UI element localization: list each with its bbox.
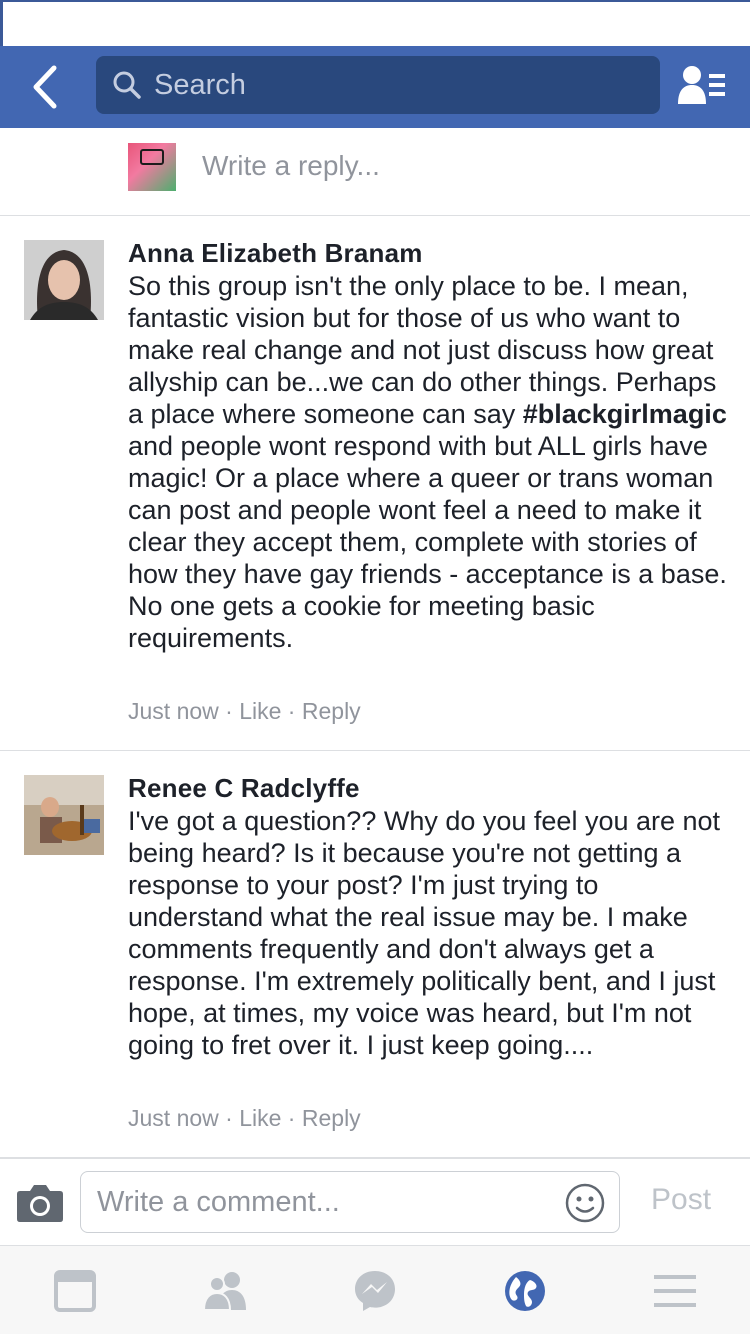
separator: · [218, 698, 240, 724]
like-link[interactable]: Like [239, 698, 281, 724]
comment-text-part: and people wont respond with but ALL gir… [128, 431, 727, 653]
avatar [128, 143, 176, 191]
globe-notifications-icon[interactable] [502, 1268, 548, 1314]
search-icon [112, 70, 142, 100]
friends-icon[interactable] [202, 1268, 248, 1314]
comment-item: Renee C Radclyffe I've got a question?? … [0, 751, 750, 1158]
search-input[interactable]: Search [96, 56, 660, 114]
comment-text: So this group isn't the only place to be… [128, 270, 728, 654]
back-arrow-icon[interactable] [26, 64, 66, 110]
status-bar [0, 0, 750, 46]
friend-requests-icon[interactable] [676, 64, 728, 106]
tab-bar [0, 1246, 750, 1334]
post-button[interactable]: Post [651, 1183, 711, 1217]
comment-text: I've got a question?? Why do you feel yo… [128, 806, 721, 1060]
comment-input[interactable]: Write a comment... [80, 1171, 620, 1233]
comment-time[interactable]: Just now [128, 698, 219, 724]
separator: · [281, 698, 302, 724]
comment-placeholder: Write a comment... [97, 1186, 340, 1218]
avatar [24, 240, 104, 320]
comment-time[interactable]: Just now [128, 1105, 219, 1131]
search-placeholder: Search [154, 69, 246, 101]
avatar [24, 775, 104, 855]
hashtag-link[interactable]: #blackgirlmagic [523, 399, 727, 429]
comment-composer: Write a comment... Post [0, 1158, 750, 1246]
separator: · [281, 1105, 302, 1131]
reply-link[interactable]: Reply [302, 698, 361, 724]
comment-author[interactable]: Anna Elizabeth Branam [128, 238, 423, 269]
like-link[interactable]: Like [239, 1105, 281, 1131]
navigation-bar: Search [0, 46, 750, 128]
separator: · [218, 1105, 240, 1131]
news-feed-icon[interactable] [52, 1268, 98, 1314]
reply-composer: Write a reply... [0, 128, 750, 216]
messenger-icon[interactable] [352, 1268, 398, 1314]
comment-meta: Just now · Like · Reply [128, 698, 361, 725]
menu-icon[interactable] [652, 1268, 698, 1314]
emoji-icon[interactable] [565, 1183, 605, 1223]
comment-meta: Just now · Like · Reply [128, 1105, 361, 1132]
reply-link[interactable]: Reply [302, 1105, 361, 1131]
reply-input[interactable]: Write a reply... [202, 150, 380, 182]
camera-icon[interactable] [16, 1183, 64, 1223]
comment-author[interactable]: Renee C Radclyffe [128, 773, 360, 804]
comment-item: Anna Elizabeth Branam So this group isn'… [0, 216, 750, 751]
